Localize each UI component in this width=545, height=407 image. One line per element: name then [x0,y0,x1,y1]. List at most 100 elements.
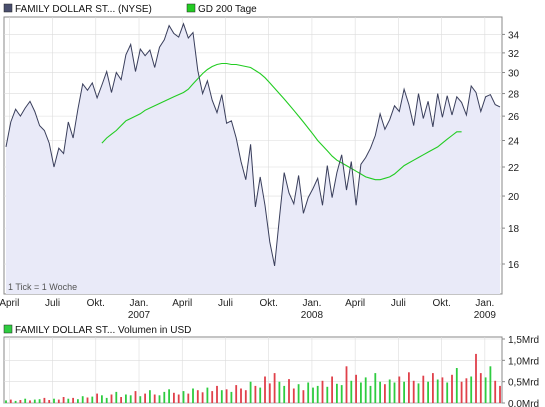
volume-bar [77,399,79,403]
volume-bar [254,385,257,403]
volume-bar [177,394,180,403]
volume-bar [470,376,473,403]
price-x-year-label: 2008 [301,310,324,321]
volume-bar [173,392,175,403]
volume-bar [292,388,295,403]
volume-bar [264,376,266,403]
volume-bar [350,380,353,403]
price-y-tick-label: 20 [508,192,520,203]
volume-bar [158,395,161,403]
volume-bar [422,375,425,403]
volume-bar [53,398,55,403]
volume-bar [43,397,46,403]
volume-bar [384,384,386,403]
volume-bar [326,386,329,403]
stock-chart: FAMILY DOLLAR ST... (NYSE) GD 200 Tage 3… [0,3,539,407]
volume-bar [29,400,31,403]
volume-bar [403,381,405,403]
volume-y-tick-label: 1,5Mrd [508,335,539,346]
volume-bar [129,395,132,403]
volume-bar [110,394,113,403]
volume-bar [24,398,27,403]
volume-bar [446,382,449,403]
price-x-tick-label: Jan. [130,298,149,309]
volume-bar [479,373,482,403]
volume-bar [220,390,223,403]
volume-bar [187,393,190,403]
volume-bar [62,397,65,403]
price-y-tick-label: 26 [508,112,520,123]
price-legend-label: FAMILY DOLLAR ST... (NYSE) [15,4,152,15]
volume-y-axis: 1,5Mrd 1,0Mrd 0,5Mrd 0,0Mrd [502,335,539,407]
price-x-tick-label: Okt. [87,298,105,309]
volume-bar [398,376,401,403]
volume-bar [86,397,89,403]
volume-bar [201,392,204,403]
volume-bar [374,373,377,403]
volume-bar [268,383,271,403]
volume-bar [48,400,51,403]
volume-bar [225,389,228,403]
volume-bar [393,382,396,403]
volume-bar [144,393,146,403]
volume-bar [484,377,487,403]
volume-bar [57,399,60,403]
price-x-tick-label: Jan. [302,298,321,309]
volume-bar [331,376,333,403]
price-x-year-label: 2009 [474,310,497,321]
price-y-tick-label: 24 [508,137,520,148]
price-y-tick-label: 34 [508,30,520,41]
volume-bar [244,390,247,403]
volume-bar [316,385,319,403]
volume-bar [235,385,238,403]
volume-bar [455,368,458,403]
volume-bar [278,381,281,403]
volume-bar [67,398,70,403]
volume-bar [96,393,98,403]
volume-bar [412,380,415,403]
volume-y-tick-label: 1,0Mrd [508,356,539,367]
volume-bar [408,372,410,403]
volume-bar [211,391,214,403]
volume-bar [33,399,36,403]
volume-bar [163,391,166,403]
volume-bar [139,396,142,403]
volume-bar [312,387,314,403]
price-x-tick-label: April [0,298,19,309]
price-x-tick-label: Jan. [475,298,494,309]
volume-bar [5,400,7,403]
volume-bar [427,381,429,403]
price-y-tick-label: 30 [508,69,520,80]
volume-bar [273,373,276,403]
volume-bar [101,395,103,403]
price-y-tick-label: 18 [508,224,520,235]
volume-bar [288,379,290,403]
price-y-tick-label: 22 [508,163,520,174]
price-y-tick-label: 16 [508,260,520,271]
volume-bar [355,374,357,403]
volume-bar [125,394,127,403]
volume-bar [432,373,434,403]
volume-bar [460,381,463,403]
volume-bar [345,366,348,403]
volume-bar [153,394,156,403]
volume-bar [115,391,118,403]
volume-bar [388,379,391,403]
volume-bar [475,353,477,403]
volume-bar [38,399,41,403]
volume-bar [441,377,444,403]
volume-bar [134,391,137,403]
volume-bar [340,385,343,403]
price-x-tick-label: April [345,298,365,309]
volume-bar [182,391,185,403]
volume-bar [206,387,209,403]
volume-bar [120,397,122,403]
tick-note: 1 Tick = 1 Woche [8,282,77,292]
volume-bar [379,381,381,403]
volume-bar [494,380,497,403]
price-x-tick-label: Okt. [260,298,278,309]
volume-legend-swatch [3,324,13,334]
volume-bar [9,399,12,403]
volume-bar [465,378,468,403]
ma-legend-label: GD 200 Tage [198,4,257,15]
